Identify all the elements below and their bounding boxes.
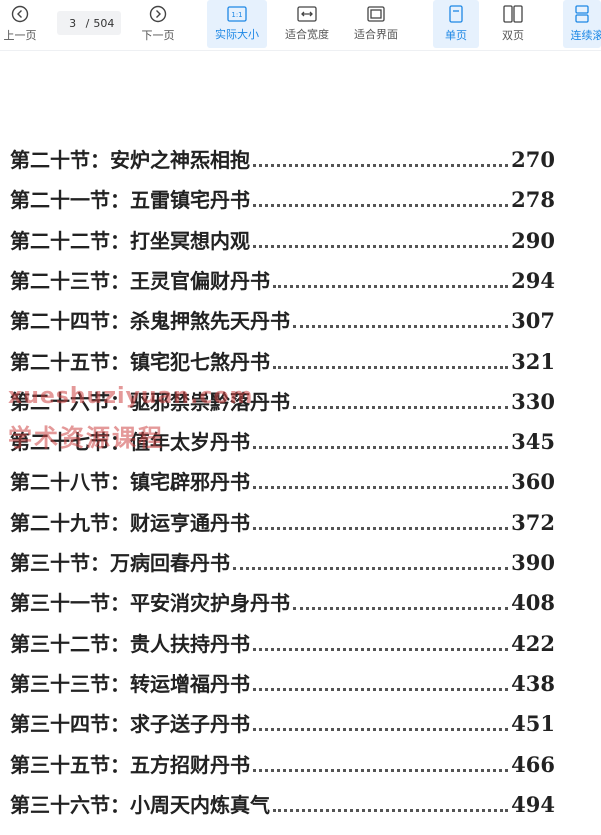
viewer-toolbar: 上一页 3 / 504 下一页 1:1 实际大小 适合宽度 适合界面 单页 双页… <box>0 0 601 51</box>
single-page-button[interactable]: 单页 <box>433 0 479 48</box>
toc-entry[interactable]: 第二十七节：值年太岁丹书 345 <box>10 417 555 455</box>
toc-leader-dots <box>253 688 509 691</box>
toc-entry[interactable]: 第二十九节：财运亨通丹书 372 <box>10 498 555 536</box>
toc-leader-dots <box>233 567 509 570</box>
actual-size-icon: 1:1 <box>227 6 247 22</box>
continuous-scroll-icon <box>575 5 589 23</box>
toc-entry[interactable]: 第三十节：万病回春丹书 390 <box>10 538 555 576</box>
toc-leader-dots <box>253 245 509 248</box>
toc-entry[interactable]: 第二十节：安炉之神炁相抱 270 <box>10 135 555 173</box>
toc-entry[interactable]: 第二十五节：镇宅犯七煞丹书 321 <box>10 337 555 375</box>
toc-leader-dots <box>273 366 509 369</box>
toc-entry-page-number: 294 <box>511 268 555 293</box>
toc-entry-page-number: 345 <box>511 429 555 454</box>
chevron-left-circle-icon <box>11 5 29 23</box>
toc-leader-dots <box>253 164 509 167</box>
toc-entry[interactable]: 第二十一节：五雷镇宅丹书 278 <box>10 175 555 213</box>
fit-page-button[interactable]: 适合界面 <box>347 0 405 48</box>
toc-entry[interactable]: 第三十五节：五方招财丹书 466 <box>10 740 555 778</box>
toc-entry-title: 第二十四节：杀鬼押煞先天丹书 <box>10 309 290 333</box>
toc-entry-title: 第三十节：万病回春丹书 <box>10 551 230 575</box>
toc-leader-dots <box>253 204 509 207</box>
fit-width-label: 适合宽度 <box>285 28 329 41</box>
double-page-label: 双页 <box>502 29 524 42</box>
toc-entry-page-number: 321 <box>511 349 555 374</box>
toc-entry[interactable]: 第三十三节：转运增福丹书 438 <box>10 659 555 697</box>
fit-width-icon <box>297 6 317 22</box>
toc-leader-dots <box>293 406 509 409</box>
toc-entry-page-number: 278 <box>511 187 555 212</box>
continuous-scroll-button[interactable]: 连续滚 <box>563 0 601 48</box>
toc-leader-dots <box>273 809 509 812</box>
toc-entry-title: 第二十三节：王灵官偏财丹书 <box>10 269 270 293</box>
toc-entry[interactable]: 第三十二节：贵人扶持丹书 422 <box>10 619 555 657</box>
double-page-icon <box>503 5 523 23</box>
toc-entry-page-number: 451 <box>511 711 555 736</box>
fit-page-label: 适合界面 <box>354 28 398 41</box>
chevron-right-circle-icon <box>149 5 167 23</box>
fit-page-icon <box>367 6 385 22</box>
toc-leader-dots <box>293 325 509 328</box>
toc-entry-page-number: 422 <box>511 631 555 656</box>
toc-entry-title: 第二十八节：镇宅辟邪丹书 <box>10 470 250 494</box>
next-page-label: 下一页 <box>141 29 175 42</box>
toc-entry-title: 第二十九节：财运亨通丹书 <box>10 511 250 535</box>
toc-leader-dots <box>253 648 509 651</box>
toc-entry-page-number: 408 <box>511 590 555 615</box>
toc-entry[interactable]: 第三十六节：小周天内炼真气 494 <box>10 780 555 818</box>
toc-entry-title: 第三十六节：小周天内炼真气 <box>10 793 270 817</box>
toc-leader-dots <box>253 486 509 489</box>
toc-entry[interactable]: 第二十二节：打坐冥想内观 290 <box>10 216 555 254</box>
toc-entry[interactable]: 第三十一节：平安消灾护身丹书 408 <box>10 578 555 616</box>
toc-leader-dots <box>253 527 509 530</box>
svg-text:1:1: 1:1 <box>231 11 242 19</box>
next-page-button[interactable]: 下一页 <box>136 0 180 48</box>
toc-entry[interactable]: 第二十六节：驱邪禁祟黔落丹书 330 <box>10 377 555 415</box>
toc-entry-page-number: 438 <box>511 671 555 696</box>
double-page-button[interactable]: 双页 <box>491 0 535 48</box>
toc-entry-title: 第二十节：安炉之神炁相抱 <box>10 148 250 172</box>
toc-entry-title: 第二十一节：五雷镇宅丹书 <box>10 188 250 212</box>
page-separator: / <box>85 16 90 30</box>
toc-entry[interactable]: 第二十三节：王灵官偏财丹书 294 <box>10 256 555 294</box>
toc-leader-dots <box>253 769 509 772</box>
total-pages: 504 <box>93 16 115 30</box>
fit-width-button[interactable]: 适合宽度 <box>278 0 336 48</box>
prev-page-button[interactable]: 上一页 <box>0 0 40 48</box>
toc-entry-title: 第三十一节：平安消灾护身丹书 <box>10 591 290 615</box>
toc-entry-page-number: 372 <box>511 510 555 535</box>
toc-entry-title: 第二十七节：值年太岁丹书 <box>10 430 250 454</box>
toc-entry-page-number: 270 <box>511 147 555 172</box>
toc-entry-title: 第三十五节：五方招财丹书 <box>10 753 250 777</box>
toc-leader-dots <box>293 607 509 610</box>
toc-entry-title: 第二十六节：驱邪禁祟黔落丹书 <box>10 390 290 414</box>
toc-leader-dots <box>253 446 509 449</box>
toc-entry-page-number: 290 <box>511 228 555 253</box>
current-page-input[interactable]: 3 <box>64 17 82 30</box>
toc-entry-title: 第三十四节：求子送子丹书 <box>10 712 250 736</box>
toc-entry-page-number: 360 <box>511 469 555 494</box>
toc-entry-page-number: 494 <box>511 792 555 817</box>
document-page: 第二十节：安炉之神炁相抱 270 第二十一节：五雷镇宅丹书 278 第二十二节：打坐冥想… <box>0 51 601 835</box>
toc-leader-dots <box>253 728 509 731</box>
toc-entry-page-number: 466 <box>511 752 555 777</box>
toc-entry-title: 第三十三节：转运增福丹书 <box>10 672 250 696</box>
toc-entry[interactable]: 第三十四节：求子送子丹书 451 <box>10 699 555 737</box>
page-indicator: 3 / 504 <box>57 11 121 35</box>
toc-leader-dots <box>273 285 509 288</box>
toc-entry[interactable]: 第二十八节：镇宅辟邪丹书 360 <box>10 457 555 495</box>
prev-page-label: 上一页 <box>3 29 37 42</box>
toc-entry[interactable]: 第二十四节：杀鬼押煞先天丹书 307 <box>10 296 555 334</box>
toc-entry-title: 第二十五节：镇宅犯七煞丹书 <box>10 350 270 374</box>
toc-entry-title: 第三十二节：贵人扶持丹书 <box>10 632 250 656</box>
toc-entry-page-number: 330 <box>511 389 555 414</box>
actual-size-label: 实际大小 <box>215 28 259 41</box>
continuous-scroll-label: 连续滚 <box>570 29 601 42</box>
toc-entry-page-number: 390 <box>511 550 555 575</box>
single-page-icon <box>449 5 463 23</box>
single-page-label: 单页 <box>445 29 467 42</box>
toc-entry-page-number: 307 <box>511 308 555 333</box>
actual-size-button[interactable]: 1:1 实际大小 <box>207 0 267 48</box>
toc-entry-title: 第二十二节：打坐冥想内观 <box>10 229 250 253</box>
